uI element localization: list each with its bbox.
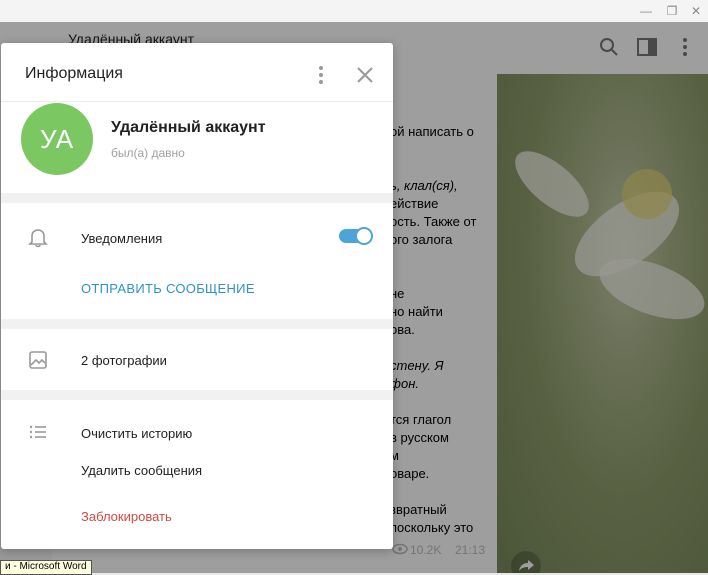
section-divider	[1, 193, 393, 203]
profile-name: Удалённый аккаунт	[111, 119, 266, 136]
window-titlebar: — ❐ ✕	[0, 0, 708, 23]
block-user-button[interactable]: Заблокировать	[81, 509, 172, 524]
photos-link[interactable]: 2 фотографии	[81, 353, 167, 368]
photo-icon	[29, 351, 47, 369]
dialog-title: Информация	[25, 65, 123, 82]
notifications-toggle[interactable]	[339, 227, 373, 245]
avatar: УА	[21, 103, 93, 175]
close-icon[interactable]	[353, 63, 377, 87]
clear-history-button[interactable]: Очистить историю	[81, 426, 192, 441]
minimize-icon[interactable]: —	[638, 3, 654, 19]
info-dialog: Информация УА Удалённый аккаунт был(а) д…	[1, 43, 393, 549]
send-message-button[interactable]: ОТПРАВИТЬ СООБЩЕНИЕ	[81, 281, 255, 296]
bell-icon	[28, 229, 48, 248]
section-divider	[1, 319, 393, 329]
more-vertical-icon[interactable]	[309, 63, 333, 87]
close-window-icon[interactable]: ✕	[688, 3, 704, 19]
restore-icon[interactable]: ❐	[664, 3, 680, 19]
delete-messages-button[interactable]: Удалить сообщения	[81, 463, 202, 478]
profile-status: был(а) давно	[111, 146, 185, 160]
list-icon	[29, 425, 46, 439]
section-divider	[1, 390, 393, 400]
notifications-label: Уведомления	[81, 231, 163, 246]
